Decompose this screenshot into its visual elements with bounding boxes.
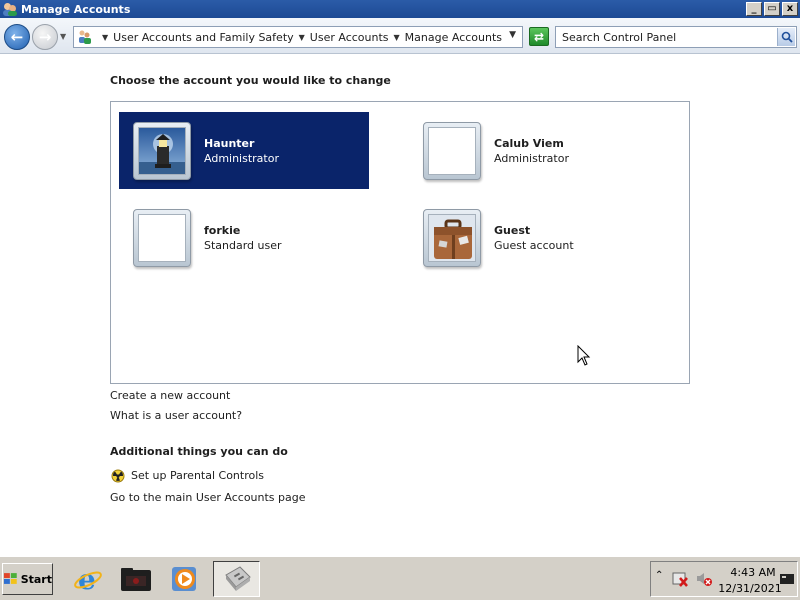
internet-explorer-icon[interactable]: e <box>71 562 105 596</box>
additional-heading: Additional things you can do <box>110 445 288 458</box>
clock-date[interactable]: 12/31/2021 <box>718 582 782 595</box>
parental-controls-icon <box>110 469 126 483</box>
mouse-cursor-icon <box>577 344 591 370</box>
forward-button[interactable]: → <box>32 24 58 50</box>
account-picture <box>423 209 481 267</box>
minimize-button[interactable]: _ <box>746 2 762 16</box>
account-name: forkie <box>204 224 241 237</box>
restore-button[interactable]: ▭ <box>764 2 780 16</box>
search-box[interactable] <box>555 26 797 48</box>
account-picture <box>133 209 191 267</box>
arrow-left-icon: ← <box>10 28 24 46</box>
what-is-user-account-link[interactable]: What is a user account? <box>110 409 242 422</box>
breadcrumb-user-accounts[interactable]: User Accounts <box>310 31 389 44</box>
account-type: Administrator <box>494 152 569 165</box>
chevron-right-icon[interactable]: ▼ <box>394 33 400 42</box>
account-name: Haunter <box>204 137 255 150</box>
lighthouse-icon <box>138 127 186 175</box>
media-folder-icon[interactable] <box>119 562 153 596</box>
blank-picture-icon <box>428 127 476 175</box>
control-panel-taskbar-button[interactable] <box>213 561 260 597</box>
refresh-button[interactable]: ⇄ <box>529 27 549 46</box>
action-center-icon[interactable] <box>671 571 689 590</box>
address-bar[interactable]: ▼ User Accounts and Family Safety ▼ User… <box>73 26 523 48</box>
account-picture <box>133 122 191 180</box>
accounts-panel: Haunter Administrator Calub Viem Adminis… <box>110 101 690 384</box>
search-input[interactable] <box>556 27 776 47</box>
account-picture <box>423 122 481 180</box>
start-button[interactable]: Start <box>2 563 53 595</box>
account-guest[interactable]: Guest Guest account <box>409 199 659 276</box>
volume-muted-icon[interactable] <box>695 571 713 590</box>
control-panel-icon <box>225 566 251 591</box>
control-panel-icon <box>77 29 93 45</box>
refresh-icon: ⇄ <box>533 29 545 44</box>
windows-logo-icon <box>3 573 17 584</box>
account-type: Administrator <box>204 152 279 165</box>
account-forkie[interactable]: forkie Standard user <box>119 199 369 276</box>
blank-picture-icon <box>138 214 186 262</box>
main-user-accounts-link[interactable]: Go to the main User Accounts page <box>110 491 306 504</box>
show-hidden-icons-icon[interactable]: ⌃ <box>655 570 663 581</box>
account-name: Guest <box>494 224 531 237</box>
account-type: Standard user <box>204 239 282 252</box>
account-haunter[interactable]: Haunter Administrator <box>119 112 369 189</box>
account-type: Guest account <box>494 239 574 252</box>
window-title: Manage Accounts <box>21 2 131 16</box>
close-button[interactable]: x <box>782 2 798 16</box>
media-player-icon[interactable] <box>167 562 201 596</box>
search-button[interactable] <box>777 28 795 46</box>
breadcrumb-user-accounts-family-safety[interactable]: User Accounts and Family Safety <box>113 31 293 44</box>
title-bar: Manage Accounts _ ▭ x <box>0 0 800 18</box>
back-button[interactable]: ← <box>4 24 30 50</box>
taskbar: Start e ⌃ <box>0 556 800 600</box>
users-icon <box>3 2 17 16</box>
chevron-right-icon[interactable]: ▼ <box>102 33 108 42</box>
clock-time[interactable]: 4:43 AM <box>728 566 778 579</box>
page-heading: Choose the account you would like to cha… <box>110 74 391 87</box>
create-account-link[interactable]: Create a new account <box>110 389 230 402</box>
address-dropdown-icon[interactable]: ▼ <box>509 30 516 40</box>
breadcrumb-manage-accounts[interactable]: Manage Accounts <box>405 31 502 44</box>
arrow-right-icon: → <box>38 28 52 46</box>
recent-pages-dropdown[interactable]: ▼ <box>60 32 66 41</box>
address-toolbar: ← → ▼ ▼ User Accounts and Family Safety … <box>0 18 800 54</box>
suitcase-icon <box>428 214 476 262</box>
account-name: Calub Viem <box>494 137 564 150</box>
chevron-right-icon[interactable]: ▼ <box>299 33 305 42</box>
parental-controls-link[interactable]: Set up Parental Controls <box>131 469 264 482</box>
account-calub-viem[interactable]: Calub Viem Administrator <box>409 112 659 189</box>
start-label: Start <box>20 572 52 586</box>
search-icon <box>781 31 793 43</box>
